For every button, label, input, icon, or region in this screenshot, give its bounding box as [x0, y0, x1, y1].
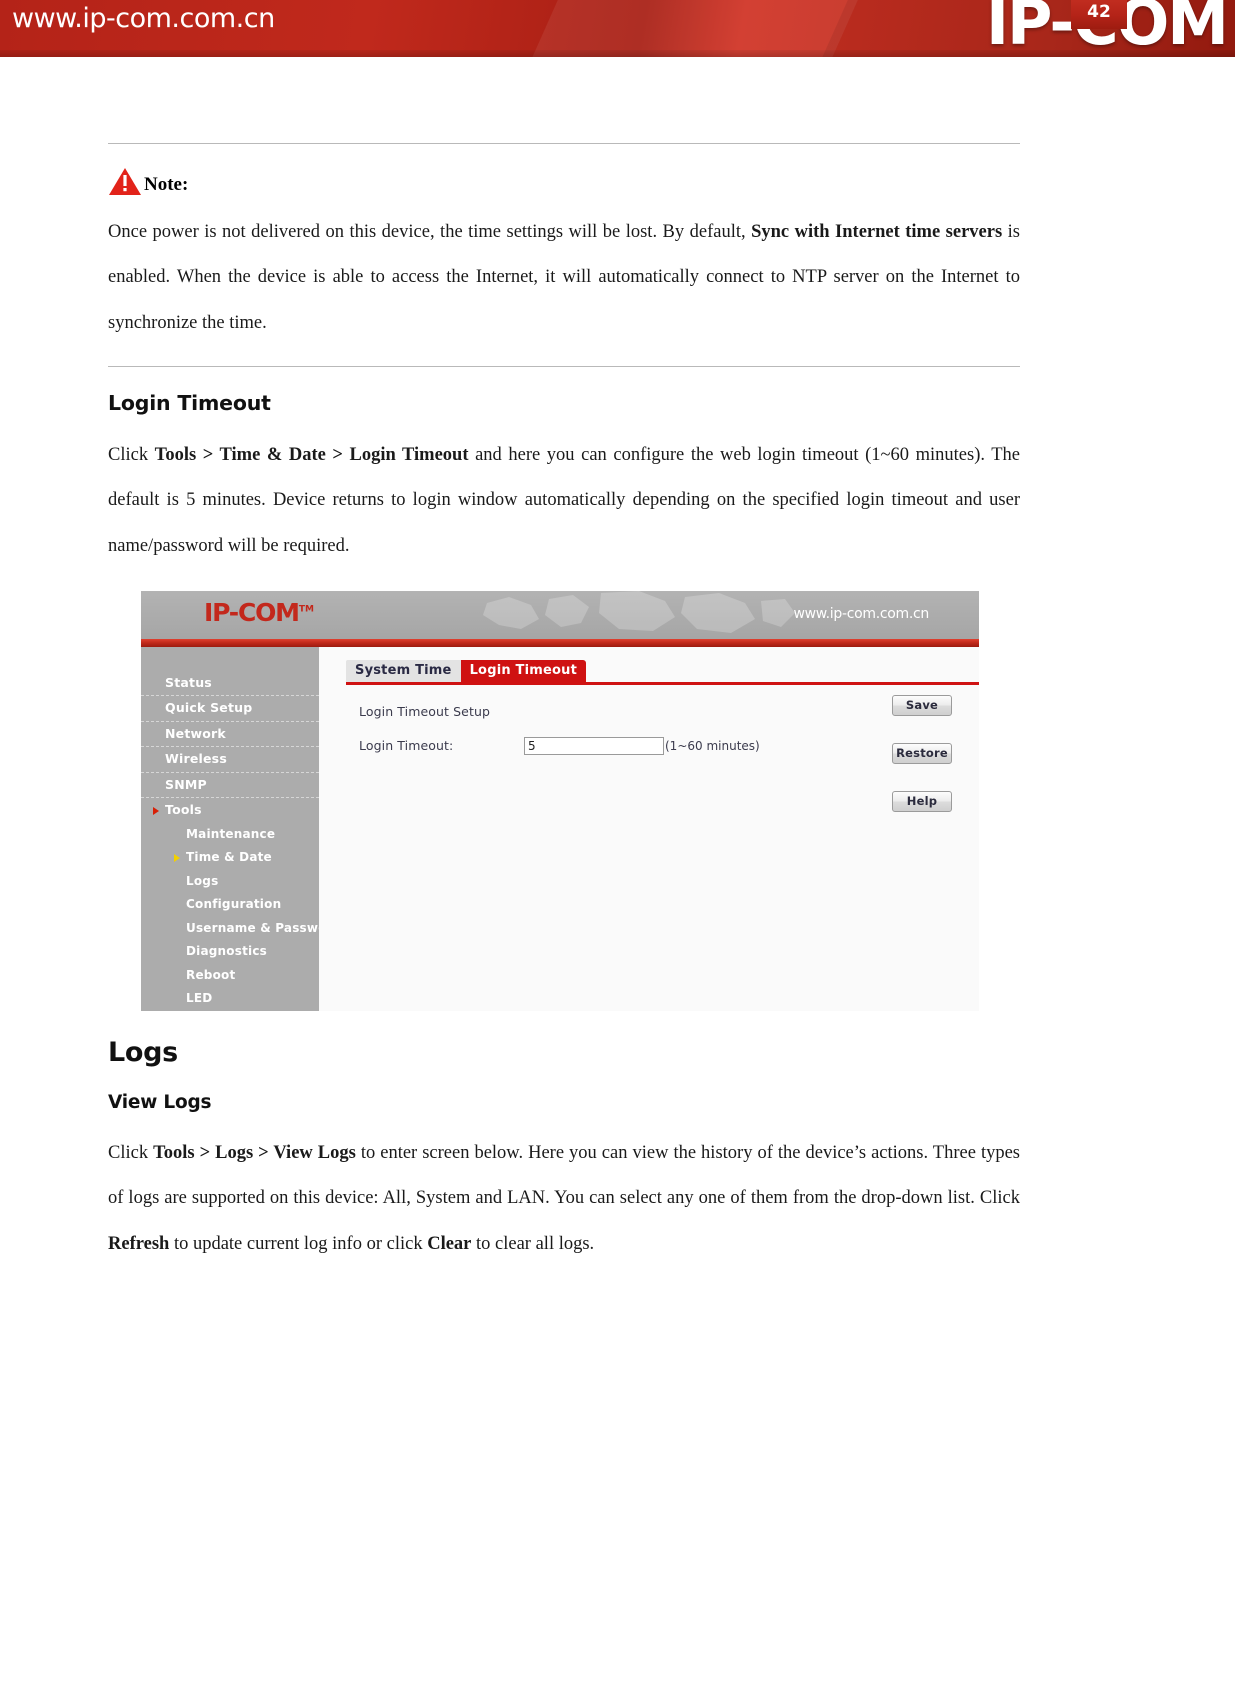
sidebar-label-tools: Tools [165, 802, 202, 818]
banner-diagonal-highlight [504, 0, 876, 57]
router-ui-body: Status Quick Setup Network Wireless SNMP… [141, 646, 979, 1011]
sidebar-label-logs: Logs [186, 873, 219, 888]
view-logs-text-mid2: to update current log info or click [169, 1233, 428, 1254]
note-text-pre: Once power is not delivered on this devi… [108, 222, 752, 242]
login-timeout-input[interactable] [524, 736, 664, 755]
router-ui-url: www.ip-com.com.cn [793, 605, 929, 622]
sidebar-item-username-password[interactable]: Username & Password [141, 917, 341, 941]
login-timeout-paragraph: Click Tools > Time & Date > Login Timeou… [108, 433, 1020, 569]
router-ui-sidebar: Status Quick Setup Network Wireless SNMP… [141, 646, 341, 1011]
sidebar-item-configuration[interactable]: Configuration [141, 893, 319, 917]
save-button[interactable]: Save [892, 694, 952, 716]
router-ui-logo-tm: TM [298, 604, 314, 615]
router-ui-header: IP-COMTM www.ip-com.com.cn [141, 590, 979, 639]
banner-website-url: www.ip-com.com.cn [12, 3, 275, 34]
tabbar-underline [346, 681, 979, 685]
router-ui-logo: IP-COMTM [204, 600, 314, 625]
router-ui-action-buttons: Save Restore Help [892, 694, 952, 812]
router-ui-tabbar: System Time Login Timeout [346, 659, 979, 682]
document-content: Note: Once power is not delivered on thi… [108, 143, 1020, 1267]
sidebar-label-quick-setup: Quick Setup [165, 700, 253, 716]
sidebar-label-maintenance: Maintenance [186, 826, 276, 841]
form-section-title: Login Timeout Setup [359, 703, 491, 719]
view-logs-heading: View Logs [108, 1091, 212, 1113]
sidebar-item-maintenance[interactable]: Maintenance [141, 823, 319, 847]
sidebar-item-snmp[interactable]: SNMP [141, 773, 319, 799]
note-text-bold: Sync with Internet time servers [751, 222, 1003, 242]
router-ui-main-pane: System Time Login Timeout Login Timeout … [319, 646, 979, 1011]
warning-triangle-icon [109, 168, 141, 195]
sidebar-item-time-and-date[interactable]: Time & Date [141, 846, 319, 870]
arrow-right-yellow-icon [174, 854, 180, 863]
login-timeout-text-pre: Click [108, 444, 155, 465]
note-top-divider [108, 143, 1020, 144]
router-ui-red-divider [141, 638, 979, 647]
sidebar-label-status: Status [165, 674, 212, 690]
view-logs-text-pre: Click [108, 1142, 154, 1163]
view-logs-path-bold: Tools > Logs > View Logs [153, 1142, 356, 1163]
logs-heading: Logs [108, 1036, 178, 1068]
clear-bold: Clear [427, 1233, 472, 1254]
login-timeout-path-bold: Tools > Time & Date > Login Timeout [154, 444, 469, 465]
sidebar-item-quick-setup[interactable]: Quick Setup [141, 696, 319, 722]
sidebar-item-reboot[interactable]: Reboot [141, 964, 319, 988]
sidebar-label-configuration: Configuration [186, 897, 282, 912]
page-number-badge: 42 [1071, 0, 1127, 29]
sidebar-label-wireless: Wireless [165, 751, 227, 767]
world-map-watermark-icon [483, 590, 795, 633]
login-timeout-field-label: Login Timeout: [359, 738, 454, 754]
sidebar-label-snmp: SNMP [165, 776, 207, 792]
help-button[interactable]: Help [892, 790, 952, 812]
page-banner: www.ip-com.com.cn IP-COM [0, 0, 1235, 57]
router-ui-screenshot: IP-COMTM www.ip-com.com.cn Status Quick … [141, 590, 979, 1011]
tab-system-time[interactable]: System Time [346, 659, 461, 682]
sidebar-label-reboot: Reboot [186, 967, 236, 982]
tab-login-timeout[interactable]: Login Timeout [460, 659, 587, 682]
restore-button[interactable]: Restore [892, 742, 952, 764]
login-timeout-field-row: Login Timeout: (1~60 minutes) [359, 736, 979, 755]
refresh-bold: Refresh [108, 1233, 170, 1254]
note-header: Note: [108, 166, 1020, 196]
sidebar-item-tools[interactable]: Tools [141, 798, 319, 823]
sidebar-item-logs[interactable]: Logs [141, 870, 319, 894]
view-logs-text-post: to clear all logs. [471, 1233, 595, 1254]
sidebar-item-diagnostics[interactable]: Diagnostics [141, 940, 319, 964]
login-timeout-heading: Login Timeout [108, 390, 271, 415]
view-logs-paragraph: Click Tools > Logs > View Logs to enter … [108, 1131, 1020, 1267]
note-paragraph: Once power is not delivered on this devi… [108, 210, 1020, 346]
sidebar-item-status[interactable]: Status [141, 671, 319, 697]
sidebar-item-wireless[interactable]: Wireless [141, 747, 319, 773]
sidebar-label-network: Network [165, 725, 226, 741]
sidebar-item-led[interactable]: LED [141, 987, 319, 1011]
router-ui-logo-text: IP-COM [204, 597, 300, 627]
note-label: Note: [144, 174, 189, 195]
login-timeout-range-hint: (1~60 minutes) [665, 738, 760, 753]
sidebar-label-time-and-date: Time & Date [186, 850, 272, 865]
sidebar-label-led: LED [186, 991, 213, 1006]
note-bottom-divider [108, 365, 1020, 367]
arrow-right-red-icon [153, 806, 159, 815]
sidebar-label-diagnostics: Diagnostics [186, 944, 267, 959]
sidebar-item-network[interactable]: Network [141, 722, 319, 748]
login-timeout-form: Login Timeout Setup Login Timeout: (1~60… [319, 704, 979, 755]
